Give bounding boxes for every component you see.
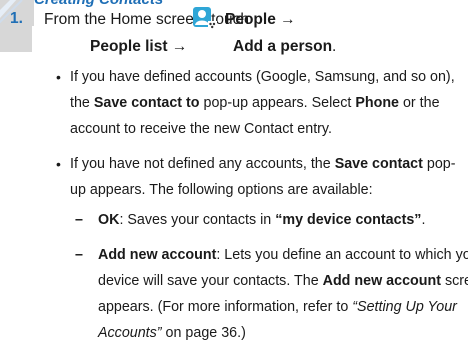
bullet-1-line1: If you have defined accounts (Google, Sa… [70,69,455,85]
option-add-text-c: screen [444,273,468,289]
bullet-1-text-c: or the [399,95,440,111]
bullet-2-line2: up appears. The following options are av… [70,182,373,198]
option-ok-text: : Saves your contacts in [119,212,276,228]
bullet-1-text-b: pop-up appears. Select [199,95,356,111]
option-ok-end: . [421,212,426,228]
bullet-2-text-b: pop- [422,156,456,172]
phone-label: Phone [355,95,399,111]
my-device-contacts-label: “my device contacts” [275,212,422,228]
option-add-text-b: device will save your contacts. The [98,273,323,289]
option-ok-line: OK: Saves your contacts in “my device co… [98,209,425,231]
option-add-label: Add new account [98,247,217,263]
option-add-dash: – [75,247,83,263]
option-add-line4: Accounts” on page 36.) [98,322,246,344]
option-add-line3: appears. (For more information, refer to… [98,296,457,318]
add-new-account-label-repeat: Add new account [322,273,441,289]
people-label: People [225,11,276,28]
people-label-group: People → [225,11,296,29]
bullet-1-line2: the Save contact to pop-up appears. Sele… [70,92,440,114]
arrow-1: → [280,11,296,28]
bullet-1-line3: account to receive the new Contact entry… [70,121,332,137]
step-number: 1. [10,10,23,27]
bullet-2-dot: • [56,156,61,172]
add-person-label-group: Add a person. [233,38,336,56]
people-list-label-group: People list → [90,38,187,56]
step-instruction-line1: From the Home screen, touch [44,11,249,29]
option-ok-dash: – [75,212,83,228]
option-add-text-a: : Lets you define an account to which yo… [216,247,468,263]
option-add-line2: device will save your contacts. The Add … [98,270,468,292]
add-person-period: . [332,38,337,55]
people-app-icon[interactable] [192,6,218,30]
option-ok-label: OK [98,212,120,228]
option-add-text-e: on page 36.) [161,325,246,341]
bullet-1-dot: • [56,69,61,85]
step-instruction-text: From the Home screen, touch [44,11,250,28]
bullet-2-text-a: If you have not defined any accounts, th… [70,156,335,172]
people-list-label: People list [90,38,168,55]
bullet-2-line1: If you have not defined any accounts, th… [70,153,456,175]
section-heading-cut: Creating Contacts [34,0,294,8]
reference-title-part1: “Setting Up Your [352,299,457,315]
arrow-2: → [171,38,188,55]
save-contact-to-label: Save contact to [93,95,200,111]
save-contact-label: Save contact [334,156,423,172]
bullet-1-text-a: the [70,95,94,111]
option-add-line1: Add new account: Lets you define an acco… [98,244,468,266]
reference-title-part2: Accounts” [98,325,162,341]
option-add-text-d: appears. (For more information, refer to [98,299,353,315]
add-person-label: Add a person [233,38,333,55]
